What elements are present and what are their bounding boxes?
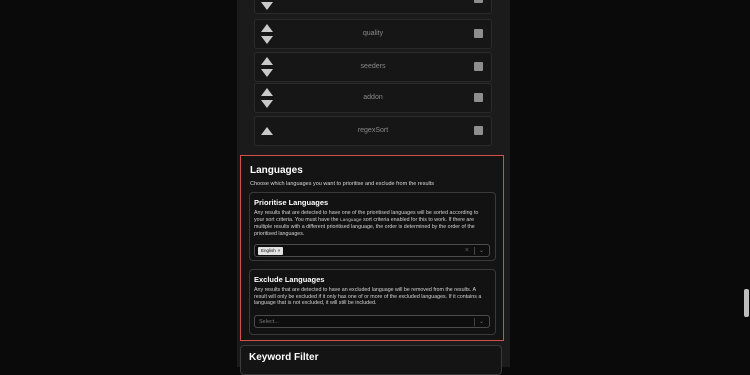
keyword-filter-title: Keyword Filter: [249, 352, 319, 363]
chip-label: English: [261, 248, 276, 253]
sort-item-label: quality: [362, 30, 384, 37]
clear-icon[interactable]: ×: [465, 245, 469, 257]
sort-item-quality[interactable]: quality: [254, 19, 492, 49]
move-down-icon[interactable]: [261, 36, 273, 44]
sort-item-encode[interactable]: encode: [254, 0, 492, 14]
prioritise-languages-title: Prioritise Languages: [254, 198, 329, 207]
move-up-icon[interactable]: [261, 57, 273, 65]
exclude-languages-description: Any results that are detected to have an…: [254, 287, 482, 307]
move-down-icon[interactable]: [261, 100, 273, 108]
move-down-icon[interactable]: [261, 69, 273, 77]
move-up-icon[interactable]: [261, 24, 273, 32]
move-up-icon[interactable]: [261, 127, 273, 135]
prioritise-languages-select[interactable]: English × × ⌄: [254, 244, 490, 257]
sort-item-addon[interactable]: addon: [254, 83, 492, 113]
sort-item-seeders[interactable]: seeders: [254, 52, 492, 82]
sort-item-label: encode: [285, 0, 461, 13]
reorder-arrows: [261, 22, 275, 46]
language-chip-english: English ×: [258, 247, 284, 255]
move-down-icon[interactable]: [261, 2, 273, 10]
select-divider: [474, 318, 475, 326]
exclude-languages-select[interactable]: Select... ⌄: [254, 315, 490, 328]
keyword-filter-section: Keyword Filter: [240, 345, 502, 375]
inline-code: Language: [339, 217, 362, 223]
prioritise-languages-card: Prioritise Languages Any results that ar…: [249, 192, 496, 261]
chip-remove-icon[interactable]: ×: [278, 248, 281, 253]
sort-item-checkbox[interactable]: [474, 93, 483, 102]
chevron-down-icon[interactable]: ⌄: [479, 245, 484, 257]
sort-item-checkbox[interactable]: [474, 62, 483, 71]
sort-item-checkbox[interactable]: [474, 0, 483, 3]
reorder-arrows: [261, 55, 275, 79]
languages-title: Languages: [250, 165, 303, 176]
reorder-arrows: [261, 119, 275, 143]
reorder-arrows: [261, 86, 275, 110]
sort-item-label: regexSort: [357, 127, 389, 134]
sort-item-checkbox[interactable]: [474, 126, 483, 135]
move-up-icon[interactable]: [261, 88, 273, 96]
reorder-arrows: [261, 0, 275, 11]
select-placeholder: Select...: [259, 319, 279, 325]
page-scrollbar[interactable]: [744, 289, 749, 317]
select-divider: [474, 247, 475, 255]
prioritise-languages-description: Any results that are detected to have on…: [254, 210, 489, 237]
chevron-down-icon[interactable]: ⌄: [479, 316, 484, 328]
sort-item-label: addon: [363, 94, 383, 101]
languages-description: Choose which languages you want to prior…: [250, 181, 435, 187]
sort-item-label: seeders: [360, 63, 386, 70]
languages-section: Languages Choose which languages you wan…: [240, 155, 504, 341]
sort-item-checkbox[interactable]: [474, 29, 483, 38]
exclude-languages-title: Exclude Languages: [254, 275, 325, 284]
sort-item-regexsort[interactable]: regexSort: [254, 116, 492, 146]
exclude-languages-card: Exclude Languages Any results that are d…: [249, 269, 496, 335]
